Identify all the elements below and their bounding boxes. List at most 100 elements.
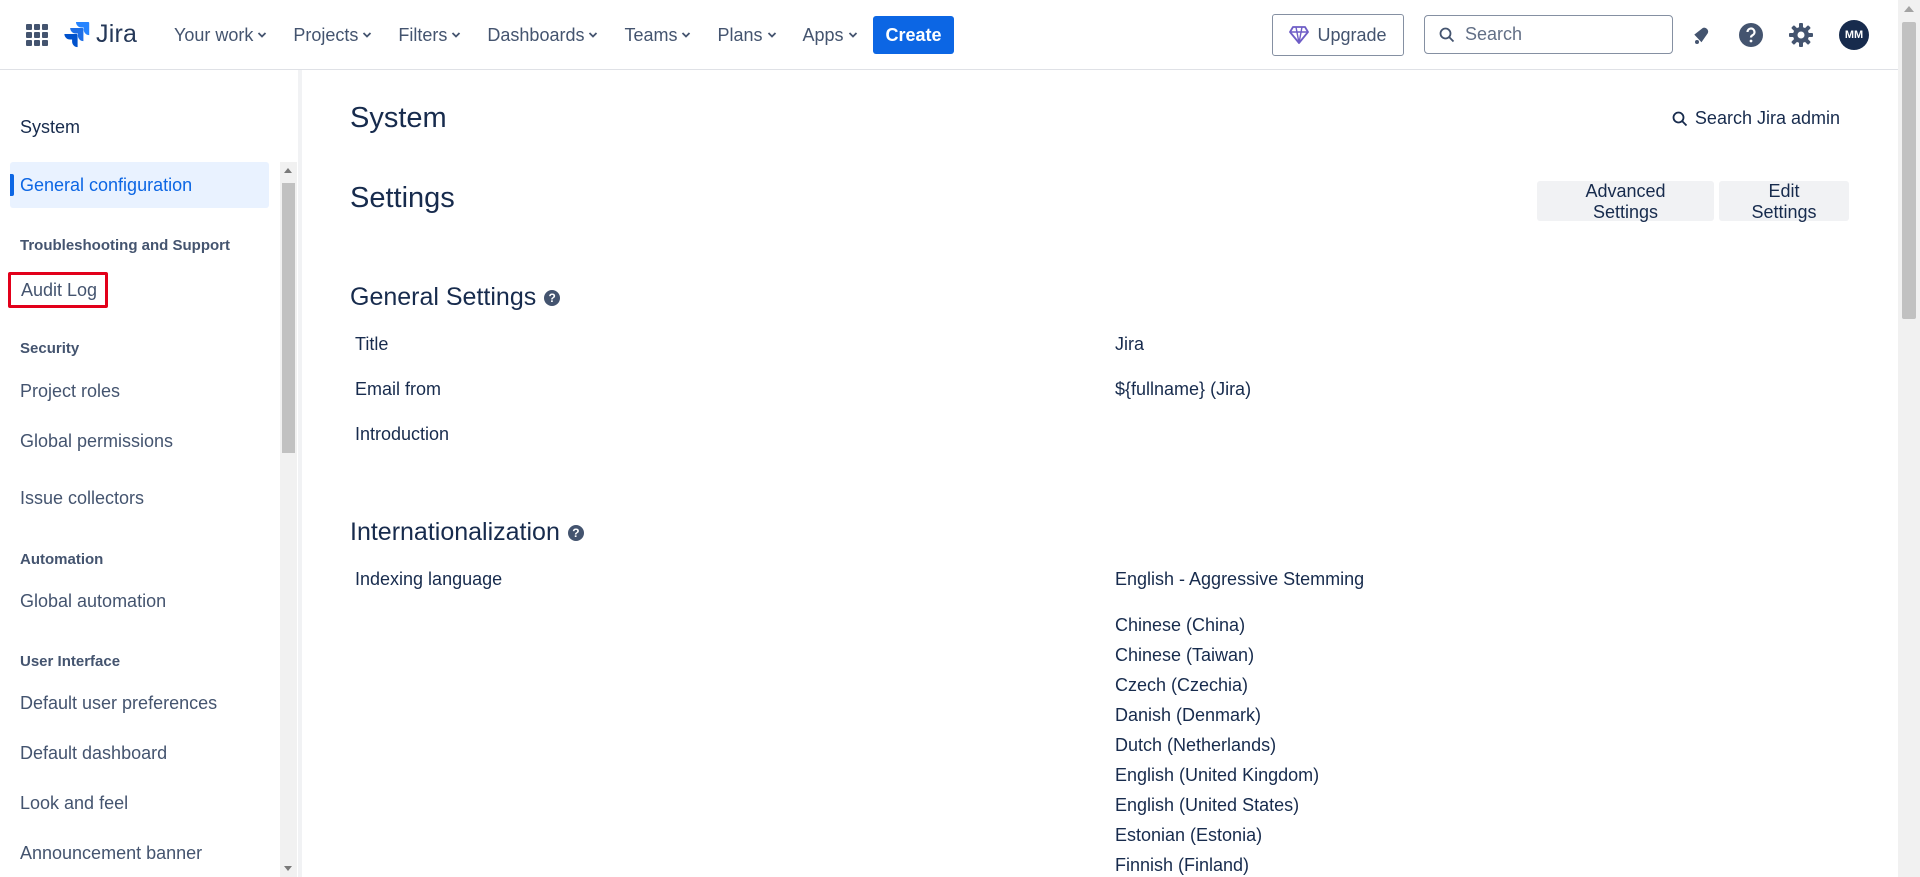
nav-dashboards[interactable]: Dashboards [487, 25, 598, 46]
gear-icon [1789, 23, 1813, 47]
sidebar-item-label: Look and feel [20, 792, 129, 813]
section-heading-text: Internationalization [350, 518, 560, 546]
search-box[interactable] [1424, 15, 1673, 54]
sidebar-section-troubleshooting: Troubleshooting and Support [20, 237, 230, 254]
nav-projects[interactable]: Projects [293, 25, 372, 46]
nav-label: Filters [398, 24, 448, 45]
sidebar-item-announcement-banner[interactable]: Announcement banner [10, 830, 269, 876]
sidebar-section-user-interface: User Interface [20, 653, 121, 670]
create-button[interactable]: Create [873, 16, 954, 54]
scroll-down-arrow-icon[interactable] [284, 866, 292, 871]
installed-languages-list: Chinese (China) Chinese (Taiwan) Czech (… [1115, 610, 1319, 877]
nav-label: Teams [624, 24, 678, 45]
chevron-down-icon [363, 32, 372, 38]
settings-title: Settings [350, 182, 455, 214]
setting-value-email-from: ${fullname} (Jira) [1115, 379, 1252, 399]
sidebar-item-global-automation[interactable]: Global automation [10, 578, 269, 624]
sidebar-item-label: Global permissions [20, 430, 174, 451]
sidebar-item-label: Project roles [20, 380, 121, 401]
chevron-down-icon [848, 32, 857, 38]
nav-label: Your work [174, 24, 254, 45]
help-circle-icon[interactable]: ? [544, 289, 561, 306]
upgrade-button[interactable]: Upgrade [1272, 14, 1404, 56]
setting-value-title: Jira [1115, 334, 1145, 354]
nav-teams[interactable]: Teams [624, 25, 691, 46]
general-settings-heading: General Settings ? [350, 283, 561, 312]
chevron-down-icon [767, 32, 776, 38]
bell-icon [1694, 27, 1709, 44]
list-item: Estonian (Estonia) [1115, 825, 1263, 845]
setting-label-indexing-language: Indexing language [355, 569, 503, 589]
chevron-down-icon [258, 32, 267, 38]
list-item: English (United Kingdom) [1115, 765, 1320, 785]
list-item: Finnish (Finland) [1115, 855, 1250, 875]
setting-label-title: Title [355, 334, 389, 354]
app-switcher-icon[interactable] [26, 24, 48, 46]
jira-logo-icon [64, 21, 90, 47]
sidebar-item-audit-log[interactable]: Audit Log [8, 272, 108, 308]
nav-filters[interactable]: Filters [398, 25, 461, 46]
main-content: System Search Jira admin Settings Advanc… [306, 70, 1898, 877]
sidebar-item-default-dashboard[interactable]: Default dashboard [10, 730, 269, 776]
list-item: Danish (Denmark) [1115, 705, 1262, 725]
sidebar-item-label: Default user preferences [20, 692, 218, 713]
advanced-settings-button[interactable]: Advanced Settings [1537, 181, 1714, 222]
nav-plans[interactable]: Plans [717, 25, 776, 46]
settings-icon[interactable] [1786, 20, 1816, 50]
sidebar-item-label: Audit Log [21, 279, 98, 300]
sidebar-item-general-configuration[interactable]: General configuration [10, 162, 269, 208]
list-item: Chinese (Taiwan) [1115, 645, 1255, 665]
setting-label-email-from: Email from [355, 379, 442, 399]
scroll-up-arrow-icon[interactable] [284, 168, 292, 173]
search-input[interactable] [1465, 24, 1655, 45]
sidebar-item-label: Default dashboard [20, 742, 168, 763]
question-icon [1739, 23, 1763, 47]
sidebar-title: System [20, 117, 81, 137]
nav-apps[interactable]: Apps [803, 25, 858, 46]
avatar[interactable]: MM [1839, 20, 1869, 50]
search-icon [1672, 111, 1688, 126]
diamond-icon [1289, 26, 1310, 44]
nav-label: Apps [802, 24, 844, 45]
sidebar-item-default-user-preferences[interactable]: Default user preferences [10, 680, 269, 726]
list-item: English (United States) [1115, 795, 1300, 815]
scrollbar-thumb[interactable] [1902, 22, 1916, 319]
nav-label: Dashboards [487, 24, 585, 45]
section-heading-text: General Settings [350, 283, 537, 311]
sidebar-scrollbar[interactable] [280, 162, 297, 877]
sidebar-item-project-roles[interactable]: Project roles [10, 368, 269, 414]
list-item: Chinese (China) [1115, 615, 1246, 635]
sidebar-section-automation: Automation [20, 551, 104, 568]
chevron-down-icon [682, 32, 691, 38]
notifications-icon[interactable] [1686, 20, 1716, 50]
jira-logo[interactable]: Jira [64, 20, 137, 49]
setting-label-introduction: Introduction [355, 424, 450, 444]
nav-label: Projects [293, 24, 359, 45]
search-icon [1439, 27, 1455, 42]
sidebar-item-global-permissions[interactable]: Global permissions [10, 418, 269, 464]
list-item: Czech (Czechia) [1115, 675, 1249, 695]
upgrade-label: Upgrade [1317, 24, 1387, 45]
internationalization-heading: Internationalization ? [350, 518, 584, 547]
sidebar-item-label: Global automation [20, 590, 167, 611]
search-jira-admin-link[interactable]: Search Jira admin [1672, 108, 1840, 129]
sidebar-item-label: Announcement banner [20, 842, 203, 863]
setting-value-indexing-language: English - Aggressive Stemming [1115, 569, 1365, 589]
sidebar-item-issue-collectors[interactable]: Issue collectors [10, 475, 269, 521]
scrollbar-thumb[interactable] [282, 183, 295, 453]
sidebar-item-label: General configuration [20, 174, 193, 195]
page-title: System [350, 102, 447, 134]
logo-text: Jira [96, 20, 138, 48]
help-icon[interactable] [1736, 20, 1766, 50]
scroll-up-arrow-icon[interactable] [1904, 6, 1914, 12]
help-circle-icon[interactable]: ? [567, 524, 584, 541]
sidebar-section-security: Security [20, 340, 80, 357]
page-scrollbar[interactable] [1898, 0, 1920, 877]
main-nav: Your work Projects Filters Dashboards Te… [174, 0, 884, 70]
edit-settings-button[interactable]: Edit Settings [1719, 181, 1849, 222]
top-navigation-bar: Jira Your work Projects Filters Dashboar… [0, 0, 1898, 70]
sidebar-item-look-and-feel[interactable]: Look and feel [10, 780, 269, 826]
nav-label: Plans [717, 24, 763, 45]
nav-your-work[interactable]: Your work [174, 25, 267, 46]
list-item: Dutch (Netherlands) [1115, 735, 1277, 755]
